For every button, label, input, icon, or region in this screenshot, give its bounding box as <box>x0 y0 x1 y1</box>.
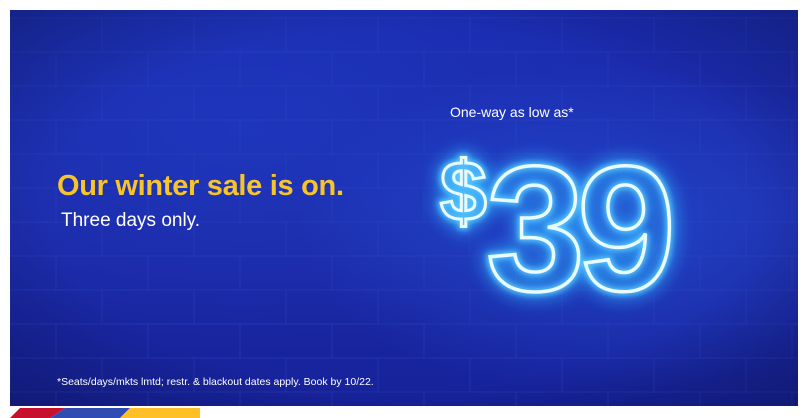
ad-frame: Our winter sale is on. Three days only. … <box>0 0 802 418</box>
neon-price: $ 39 $ 39 $ 39 <box>428 118 748 334</box>
winter-sale-banner[interactable]: Our winter sale is on. Three days only. … <box>10 10 798 406</box>
price-amount: 39 <box>486 129 670 328</box>
neon-price-sign: $ 39 $ 39 $ 39 <box>435 123 684 334</box>
headline: Our winter sale is on. <box>57 170 344 202</box>
fine-print-disclaimer: *Seats/days/mkts lmtd; restr. & blackout… <box>57 376 374 388</box>
brand-stripe <box>10 408 200 418</box>
subheadline: Three days only. <box>61 210 201 231</box>
price-currency: $ <box>440 144 487 238</box>
